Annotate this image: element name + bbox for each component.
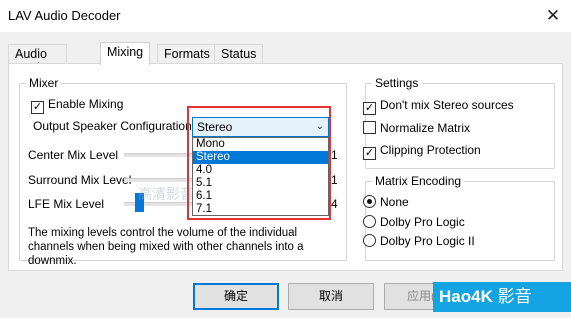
mixing-description: The mixing levels control the volume of … [28, 227, 304, 267]
matrix-encoding-group-label: Matrix Encoding [372, 174, 465, 188]
dropdown-option-mono[interactable]: Mono [193, 138, 328, 151]
check-icon: ✓ [31, 101, 44, 114]
lfe-mix-value: 4 [331, 197, 338, 211]
matrix-dolby-pro-logic-label: Dolby Pro Logic [380, 215, 465, 229]
chevron-down-icon: ⌄ [315, 121, 324, 132]
watermark-suffix: 影音 [497, 287, 532, 306]
normalize-matrix-checkbox[interactable]: Normalize Matrix [363, 121, 470, 135]
tab-status[interactable]: Status [214, 44, 264, 64]
check-icon: ✓ [363, 147, 376, 160]
mixer-group-label: Mixer [26, 76, 62, 90]
normalize-matrix-label: Normalize Matrix [380, 121, 471, 135]
tab-mixing[interactable]: Mixing [100, 42, 151, 65]
dropdown-option-stereo[interactable]: Stereo [193, 151, 328, 164]
clipping-protection-checkbox[interactable]: ✓ Clipping Protection [363, 143, 481, 160]
dont-mix-stereo-checkbox[interactable]: ✓ Don't mix Stereo sources [363, 98, 514, 115]
surround-mix-slider[interactable] [124, 178, 192, 182]
speaker-config-dropdown: Mono Stereo 4.0 5.1 6.1 7.1 [192, 137, 329, 216]
radio-icon [363, 234, 376, 247]
matrix-dolby-pro-logic-ii-radio[interactable]: Dolby Pro Logic II [363, 234, 475, 248]
check-icon: ✓ [363, 102, 376, 115]
surround-mix-label: Surround Mix Level [28, 173, 132, 187]
clipping-protection-label: Clipping Protection [380, 143, 481, 157]
dropdown-option-7-1[interactable]: 7.1 [193, 203, 328, 216]
radio-selected-icon [363, 195, 376, 208]
title-bar: LAV Audio Decoder ✕ [0, 0, 571, 32]
select-value: Stereo [197, 120, 233, 134]
dropdown-option-4-0[interactable]: 4.0 [193, 164, 328, 177]
enable-mixing-checkbox[interactable]: ✓ Enable Mixing [31, 97, 123, 114]
window-title: LAV Audio Decoder [8, 8, 121, 23]
matrix-none-radio[interactable]: None [363, 195, 409, 209]
dropdown-option-5-1[interactable]: 5.1 [193, 177, 328, 190]
close-icon[interactable]: ✕ [535, 0, 571, 32]
surround-mix-value: 1 [331, 173, 338, 187]
output-speaker-config-label: Output Speaker Configuration: [33, 119, 196, 133]
matrix-dolby-pro-logic-radio[interactable]: Dolby Pro Logic [363, 215, 465, 229]
radio-icon [363, 215, 376, 228]
watermark-brand: Hao4K [439, 287, 493, 306]
dropdown-option-6-1[interactable]: 6.1 [193, 190, 328, 203]
tab-formats[interactable]: Formats [157, 44, 217, 64]
matrix-dolby-pro-logic-ii-label: Dolby Pro Logic II [380, 234, 475, 248]
matrix-none-label: None [380, 195, 409, 209]
ok-button[interactable]: 确定 [193, 283, 279, 310]
enable-mixing-label: Enable Mixing [48, 97, 124, 111]
dont-mix-stereo-label: Don't mix Stereo sources [380, 98, 514, 112]
settings-group-label: Settings [372, 76, 422, 90]
lfe-mix-label: LFE Mix Level [28, 197, 105, 211]
output-speaker-config-select[interactable]: Stereo ⌄ [192, 117, 329, 137]
center-mix-value: 1 [331, 148, 338, 162]
checkbox-empty-icon [363, 121, 376, 134]
watermark-banner: Hao4K 影音 [433, 282, 571, 312]
cancel-button[interactable]: 取消 [288, 283, 374, 310]
tab-audio-settings[interactable]: Audio Settings [8, 44, 68, 75]
center-mix-slider[interactable] [124, 153, 192, 157]
center-mix-label: Center Mix Level [28, 148, 119, 162]
